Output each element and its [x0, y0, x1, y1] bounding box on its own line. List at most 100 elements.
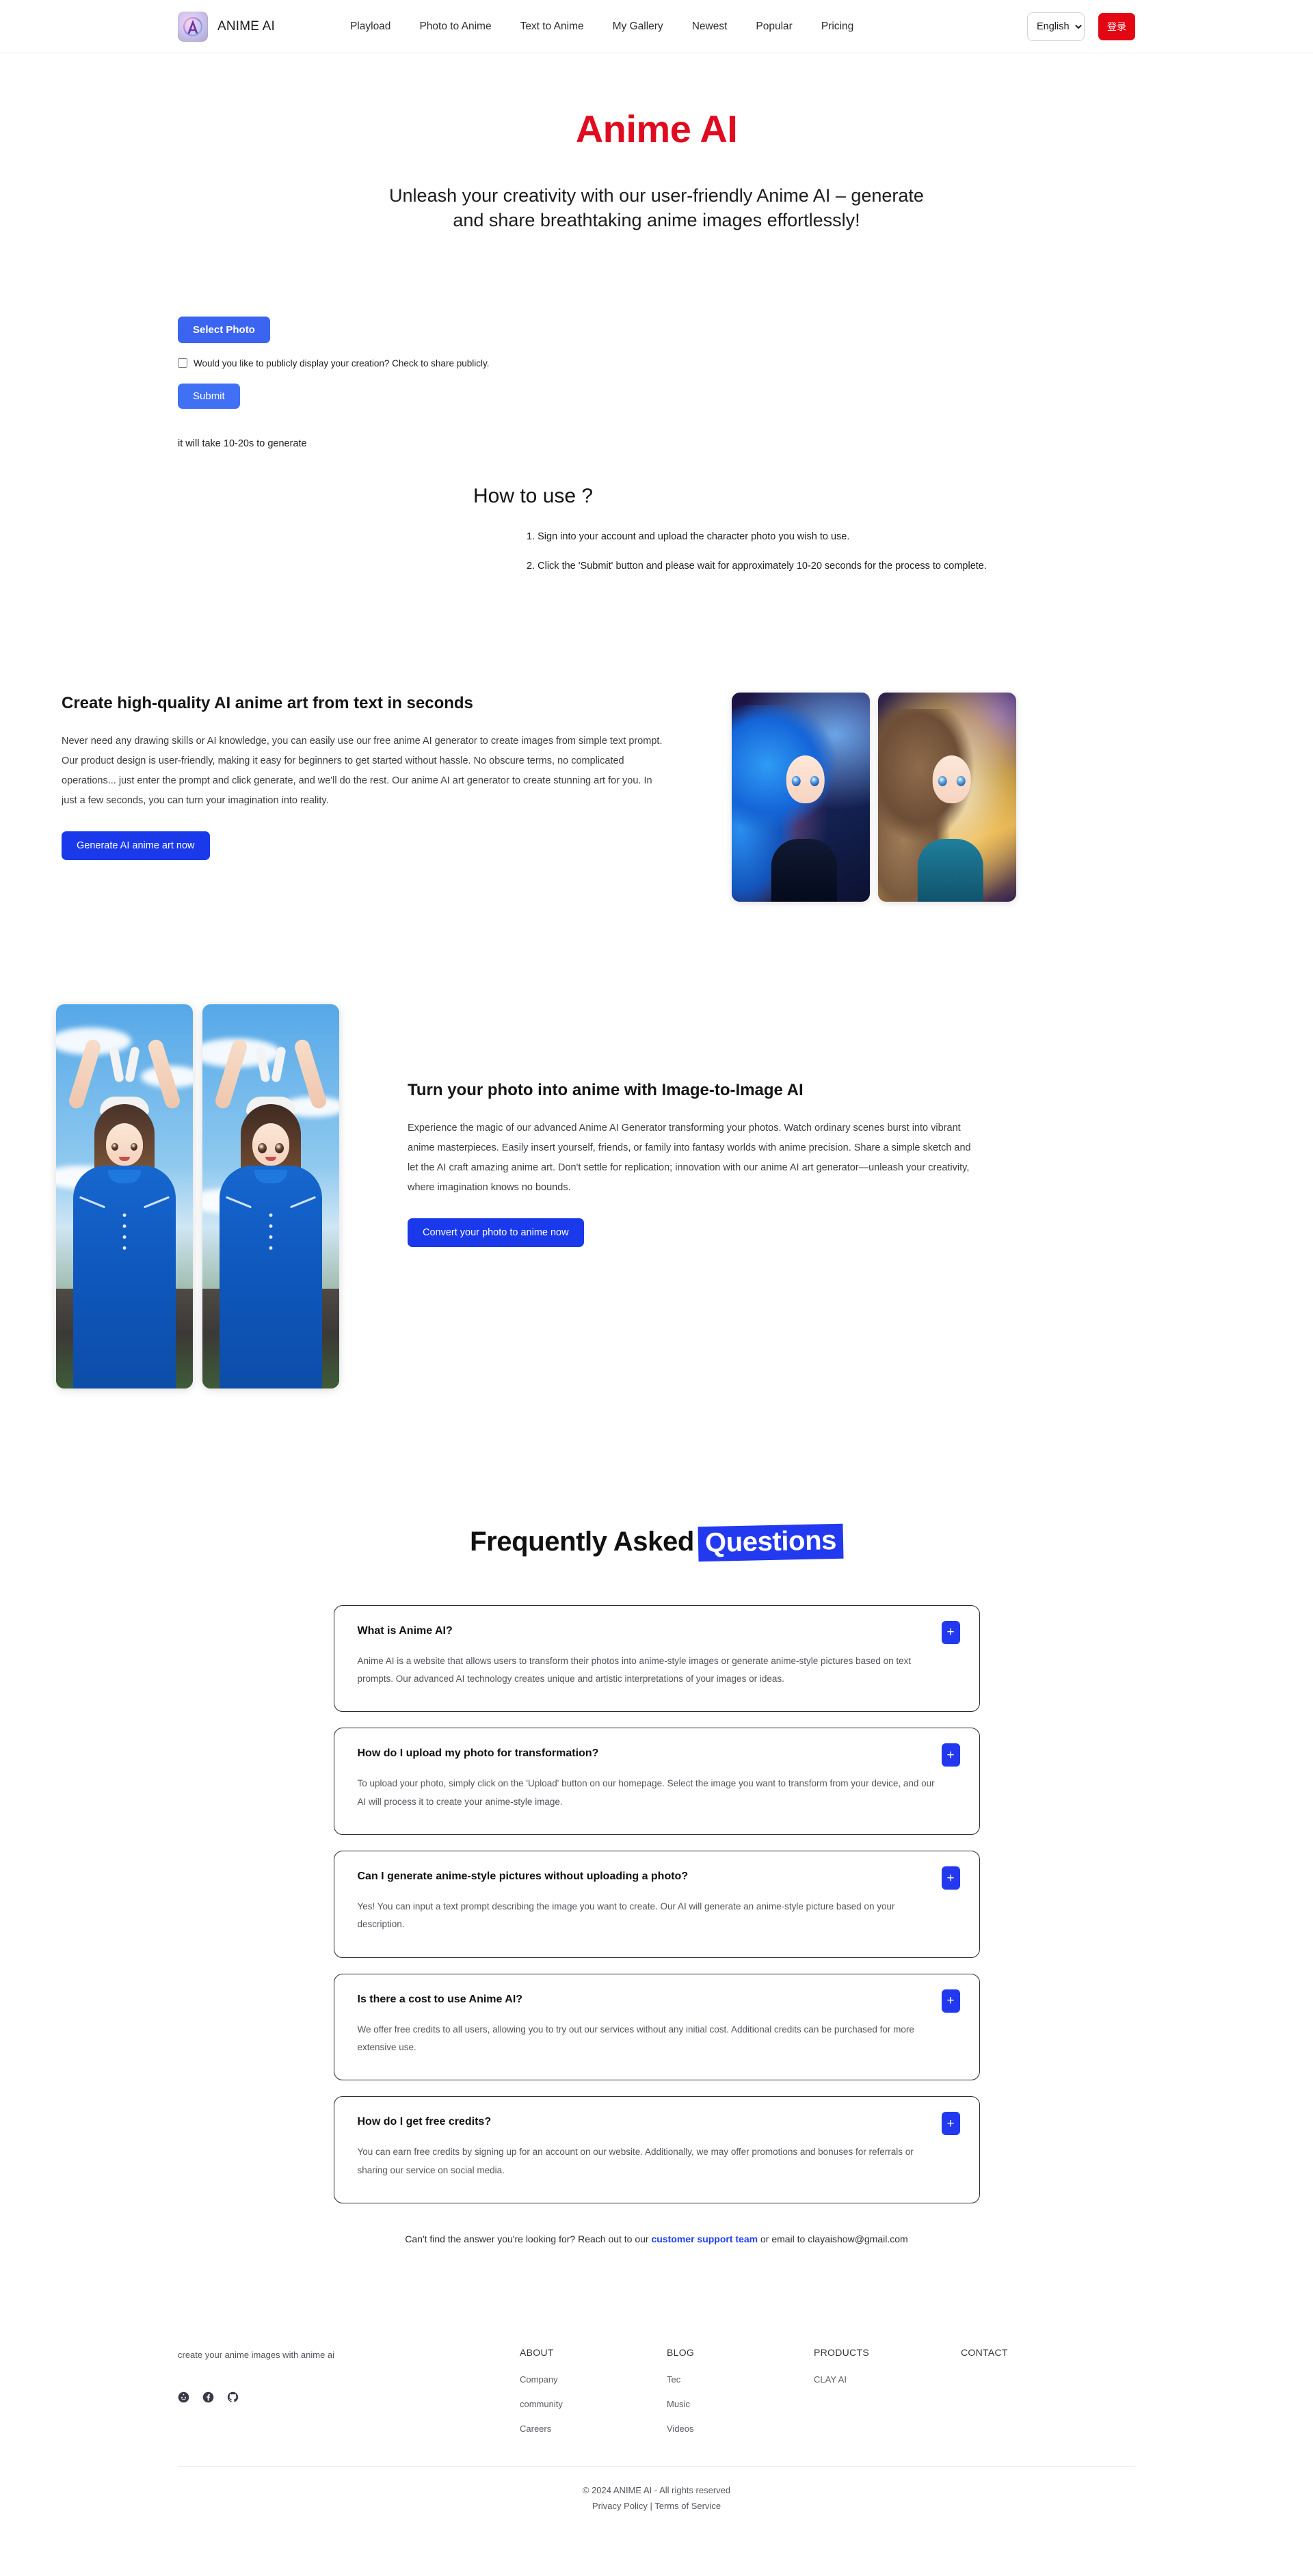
brand-name: ANIME AI: [217, 18, 275, 33]
generation-time-note: it will take 10-20s to generate: [178, 438, 307, 449]
feature-text-to-anime-body: Never need any drawing skills or AI know…: [62, 736, 663, 806]
footer-column-products: PRODUCTS CLAY AI: [814, 2347, 961, 2448]
original-photo-image[interactable]: [56, 1004, 193, 1388]
photo-comparison-gallery: [56, 1004, 339, 1388]
share-publicly-row: Would you like to publicly display your …: [178, 358, 1135, 368]
nav-item-my-gallery[interactable]: My Gallery: [613, 21, 663, 33]
hero-subtitle: Unleash your creativity with our user-fr…: [389, 185, 924, 230]
footer-bottom: © 2024 ANIME AI - All rights reserved Pr…: [0, 2483, 1313, 2514]
legal-separator: |: [650, 2500, 652, 2511]
faq-answer: You can earn free credits by signing up …: [357, 2147, 914, 2175]
customer-support-link[interactable]: customer support team: [652, 2233, 758, 2244]
faq-expand-icon[interactable]: +: [941, 1866, 960, 1890]
header-inner: ANIME AI Playload Photo to Anime Text to…: [178, 0, 1135, 53]
faq-question: Can I generate anime-style pictures with…: [357, 1870, 689, 1883]
blue-dress-shape: [220, 1165, 322, 1388]
face-shape: [252, 1123, 289, 1166]
faq-expand-icon[interactable]: +: [941, 1620, 960, 1644]
feature-image-to-image-body: Experience the magic of our advanced Ani…: [408, 1123, 971, 1193]
login-button[interactable]: 登录: [1098, 12, 1135, 40]
how-to-use-steps: 1. Sign into your account and upload the…: [178, 531, 1135, 572]
nav-item-newest[interactable]: Newest: [692, 21, 728, 33]
anime-art-image-blue[interactable]: [732, 692, 870, 902]
anime-face-shape: [786, 755, 825, 803]
how-to-use-title: How to use ?: [473, 484, 594, 507]
footer-link-music[interactable]: Music: [667, 2399, 814, 2409]
footer-link-company[interactable]: Company: [520, 2374, 667, 2385]
nav-item-popular[interactable]: Popular: [756, 21, 792, 33]
faq-answer: To upload your photo, simply click on th…: [357, 1778, 935, 1807]
footer-column-about: ABOUT Company community Careers: [520, 2347, 667, 2448]
feature-image-to-image-text: Turn your photo into anime with Image-to…: [408, 1004, 975, 1247]
anime-ai-logo-icon: [178, 11, 208, 42]
faq-list: What is Anime AI? + Anime AI is a websit…: [333, 1605, 980, 2203]
faq-question: What is Anime AI?: [357, 1624, 453, 1637]
footer-column-blog: BLOG Tec Music Videos: [667, 2347, 814, 2448]
nav-item-pricing[interactable]: Pricing: [821, 21, 853, 33]
brand-logo-link[interactable]: ANIME AI: [178, 11, 275, 42]
feature-image-to-image: Turn your photo into anime with Image-to…: [56, 902, 1251, 1388]
faq-title-highlight: Questions: [698, 1523, 844, 1562]
anime-art-image-gold[interactable]: [878, 692, 1016, 902]
feature-text-to-anime-heading: Create high-quality AI anime art from te…: [62, 693, 473, 712]
faq-expand-icon[interactable]: +: [941, 2112, 960, 2136]
anime-converted-photo-image[interactable]: [202, 1004, 339, 1388]
reddit-icon[interactable]: [178, 2391, 189, 2403]
select-photo-button[interactable]: Select Photo: [178, 316, 270, 343]
anime-torso-shape: [771, 838, 837, 902]
submit-button[interactable]: Submit: [178, 383, 240, 409]
footer-link-community[interactable]: community: [520, 2399, 667, 2409]
legal-links: Privacy Policy | Terms of Service: [0, 2499, 1313, 2514]
facebook-icon[interactable]: [202, 2391, 214, 2403]
footer-inner: create your anime images with anime ai A…: [178, 2347, 1135, 2448]
faq-question: How do I upload my photo for transformat…: [357, 1747, 599, 1760]
footer-link-clay-ai[interactable]: CLAY AI: [814, 2374, 961, 2385]
faq-item[interactable]: How do I upload my photo for transformat…: [333, 1728, 980, 1836]
footer-link-careers[interactable]: Careers: [520, 2424, 667, 2434]
faq-answer: Yes! You can input a text prompt describ…: [357, 1901, 895, 1930]
faq-item[interactable]: Can I generate anime-style pictures with…: [333, 1851, 980, 1958]
feature-text-to-anime: Create high-quality AI anime art from te…: [62, 590, 1251, 902]
footer-link-videos[interactable]: Videos: [667, 2424, 814, 2434]
social-links: [178, 2391, 520, 2403]
faq-item[interactable]: What is Anime AI? + Anime AI is a websit…: [333, 1605, 980, 1713]
bunny-ears-shape: [107, 1045, 142, 1085]
footer-column-heading: ABOUT: [520, 2346, 554, 2358]
main-navigation: Playload Photo to Anime Text to Anime My…: [350, 21, 853, 33]
footer-link-tec[interactable]: Tec: [667, 2374, 814, 2385]
nav-item-text-to-anime[interactable]: Text to Anime: [520, 21, 584, 33]
language-select[interactable]: English: [1027, 12, 1085, 41]
blue-dress-shape: [73, 1165, 176, 1388]
share-publicly-label: Would you like to publicly display your …: [194, 358, 490, 368]
faq-answer: We offer free credits to all users, allo…: [357, 2024, 914, 2052]
footer-divider: [178, 2465, 1135, 2467]
nav-item-playload[interactable]: Playload: [350, 21, 390, 33]
faq-item[interactable]: Is there a cost to use Anime AI? + We of…: [333, 1973, 980, 2081]
github-icon[interactable]: [227, 2391, 239, 2403]
header-right: English 登录: [1027, 12, 1135, 41]
footer-tagline: create your anime images with anime ai: [178, 2349, 335, 2360]
how-to-step-2: 2. Click the 'Submit' button and please …: [527, 560, 987, 572]
faq-answer: Anime AI is a website that allows users …: [357, 1655, 912, 1685]
feature-text-to-anime-text: Create high-quality AI anime art from te…: [62, 693, 670, 860]
anime-torso-shape: [917, 838, 983, 902]
anime-art-gallery: [732, 692, 1016, 902]
feature-image-to-image-heading: Turn your photo into anime with Image-to…: [408, 1080, 804, 1099]
footer-column-heading: BLOG: [667, 2346, 695, 2358]
faq-expand-icon[interactable]: +: [941, 1989, 960, 2013]
footer-link-columns: ABOUT Company community Careers BLOG Tec…: [520, 2347, 1135, 2448]
convert-photo-button[interactable]: Convert your photo to anime now: [408, 1218, 584, 1247]
terms-of-service-link[interactable]: Terms of Service: [654, 2501, 721, 2511]
nav-item-photo-to-anime[interactable]: Photo to Anime: [419, 21, 491, 33]
faq-title: Frequently Asked Questions: [0, 1523, 1313, 1562]
faq-item[interactable]: How do I get free credits? + You can ear…: [333, 2096, 980, 2203]
bunny-ears-shape: [253, 1045, 289, 1085]
faq-title-plain: Frequently Asked: [470, 1526, 694, 1557]
share-publicly-checkbox[interactable]: [178, 358, 187, 368]
upload-form: Select Photo Would you like to publicly …: [178, 233, 1135, 449]
privacy-policy-link[interactable]: Privacy Policy: [592, 2501, 648, 2511]
faq-expand-icon[interactable]: +: [941, 1743, 960, 1767]
page-title: Anime AI: [575, 107, 738, 150]
generate-ai-anime-art-button[interactable]: Generate AI anime art now: [62, 831, 210, 860]
footer-column-heading: CONTACT: [961, 2346, 1008, 2358]
